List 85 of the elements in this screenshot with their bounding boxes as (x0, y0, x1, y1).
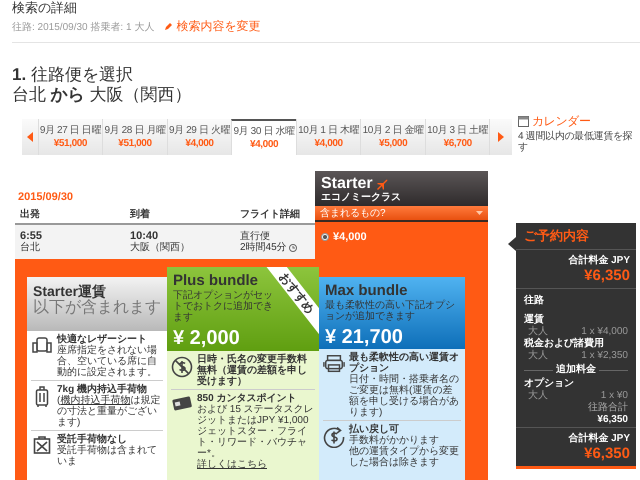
column-header: 出発 (20, 208, 40, 221)
item-amount: 1 x ¥2,350 (581, 350, 628, 362)
subtotal-label: 往路合計 (587, 402, 628, 414)
bundle-description: 最も柔軟性の高い下記オプションが追加できます (325, 300, 456, 322)
fare-subtitle: 以下が含まれます (33, 299, 161, 317)
flight-type: 直行便 (240, 231, 270, 242)
feature-text: および 15 ステータスクレジットまたはJPY ¥1,000ジェットスター・フライト・リワード・バウチャー*。 (197, 404, 315, 459)
feature-title: 7kg 機内持込手荷物 (57, 384, 148, 395)
departure-city: 台北 (20, 242, 40, 253)
feature-link[interactable]: 詳しくはこちら (197, 459, 267, 470)
subtotal-price: ¥6,350 (596, 414, 628, 426)
date-tab[interactable]: 10月 1 日 木曜 ¥4,000 (296, 119, 360, 155)
extra-charges-label: 追加料金 (556, 364, 596, 376)
previous-arrow-icon[interactable] (26, 132, 33, 142)
column-header: 到着 (130, 207, 150, 221)
flight-duration: 2時間45分 (240, 242, 287, 253)
total-price: ¥6,350 (583, 267, 630, 284)
fare-item-label: オプション (524, 378, 575, 390)
departure-time: 6:55 (20, 231, 42, 242)
fare-item-label: 運賃 (524, 314, 545, 326)
dollar-refresh-icon (323, 426, 345, 448)
fare-title: Starter運賃 (33, 283, 106, 299)
passenger-type: 大人 (528, 350, 548, 362)
clock-icon (288, 244, 297, 252)
fare-class: エコノミークラス (321, 192, 401, 203)
date-tab[interactable]: 9月 30 日 水曜 ¥4,000 (231, 119, 296, 155)
fare-radio[interactable] (321, 233, 329, 241)
total-label: 合計料金 JPY (567, 433, 630, 445)
passenger-type: 大人 (528, 326, 548, 338)
caret-icon (476, 211, 483, 215)
bundle-card[interactable]: Max bundle 最も柔軟性の高い下記オプションが追加できます ¥ 21,700 最も柔軟性の高い運賃オプション 日付・時間・搭乗者名のご変更は無料(運賃の差額を申し受ける場合があります) 払い戻し可 手数料がかかります 他の運賃タイプから変更した場合は除きます (319, 277, 465, 480)
feature-title: 受託手荷物なし (57, 434, 128, 445)
arrival-time: 10:40 (130, 231, 158, 242)
arrival-city: 大阪（関西） (130, 242, 190, 253)
passenger-type: 大人 (528, 390, 548, 402)
feature-text: 手数料がかかります (349, 435, 439, 446)
bundle-description: 下記オプションがセットでおトクに追加できます (173, 290, 273, 323)
calendar-note: 4 週間以内の最低運賃を探す (518, 131, 634, 153)
bundle-header[interactable]: Max bundle 最も柔軟性の高い下記オプションが追加できます ¥ 21,700 (319, 277, 465, 349)
date-tab[interactable]: 10月 2 日 金曜 ¥5,000 (360, 119, 425, 155)
seat-icon (32, 336, 52, 354)
card-icon (171, 395, 193, 411)
date-tab[interactable]: 9月 28 日 月曜 ¥51,000 (102, 119, 167, 155)
feature-text: 受託手荷物は含まれていま (57, 445, 158, 467)
feature-text: 座席指定をされない場合、空いている席に自動的に設定されます。 (57, 345, 158, 378)
item-amount: 1 x ¥0 (600, 390, 628, 402)
flight-date: 2015/09/30 (17, 191, 74, 203)
column-header: フライト詳細 (240, 208, 300, 221)
calendar-icon (518, 116, 529, 127)
bundle-name: Max bundle (325, 283, 408, 299)
section-title: 往路 (524, 295, 545, 307)
date-tab[interactable]: 9月 27 日 日曜 ¥51,000 (38, 119, 102, 155)
crossed-dollar-icon (171, 356, 193, 378)
date-tab[interactable]: 10月 3 日 土曜 ¥6,700 (424, 119, 490, 155)
fare-header[interactable]: Starter運賃 以下が含まれます (27, 277, 167, 331)
feature-text: (機内持込手荷物は規定の寸法と重量がございます) (57, 395, 162, 428)
feature-text: 日付・時間・搭乗者名のご変更は無料(運賃の差額を申し受ける場合があります) (349, 374, 460, 418)
next-arrow-icon[interactable] (498, 132, 504, 142)
suitcase-icon (35, 386, 49, 408)
airplane-icon (376, 178, 388, 190)
total-label: 合計料金 JPY (567, 255, 630, 267)
pencil-icon (164, 22, 174, 31)
feature-title: 850 カンタスポイント (197, 393, 298, 404)
step-title: 1. 往路便を選択 (12, 65, 133, 85)
bundle-price: ¥ 21,700 (325, 326, 403, 349)
crossed-bag-icon (33, 436, 51, 454)
fare-name: Starter (321, 176, 388, 192)
search-summary: 往路: 2015/09/30 搭乗者: 1 大人 (12, 20, 154, 34)
bundle-name: Plus bundle (173, 273, 258, 289)
feature-title: 快適なレザーシート (57, 334, 148, 345)
page-title: 検索の詳細 (12, 0, 77, 15)
route-title: 台北 から 大阪（関西） (12, 85, 192, 105)
feature-title: 最も柔軟性の高い運賃オプション (349, 352, 460, 374)
summary-title: ご予約内容 (516, 223, 636, 250)
bundle-price: ¥ 2,000 (173, 327, 240, 350)
feature-text: 他の運賃タイプから変更した場合は除きます (349, 446, 460, 468)
feature-title: 日時・氏名の変更手数料無料（運賃の差額を申し受けます） (197, 354, 308, 387)
feature-title: 払い戻し可 (349, 424, 400, 435)
fare-item-label: 税金および諸費用 (524, 338, 605, 350)
bundle-card[interactable]: Starter運賃 以下が含まれます 快適なレザーシート 座席指定をされない場合、空いている席に自動的に設定されます。 7kg 機内持込手荷物 (機内持込手荷物は規定の寸法と重量がございます) 受託手荷物なし 受託手荷物は含まれていま (27, 277, 167, 480)
feature-link[interactable]: 機内持込手荷物 (60, 395, 130, 406)
item-amount: 1 x ¥4,000 (581, 326, 628, 338)
fare-price: ¥4,000 (333, 231, 367, 243)
total-price: ¥6,350 (583, 445, 630, 462)
printer-icon (323, 354, 345, 374)
